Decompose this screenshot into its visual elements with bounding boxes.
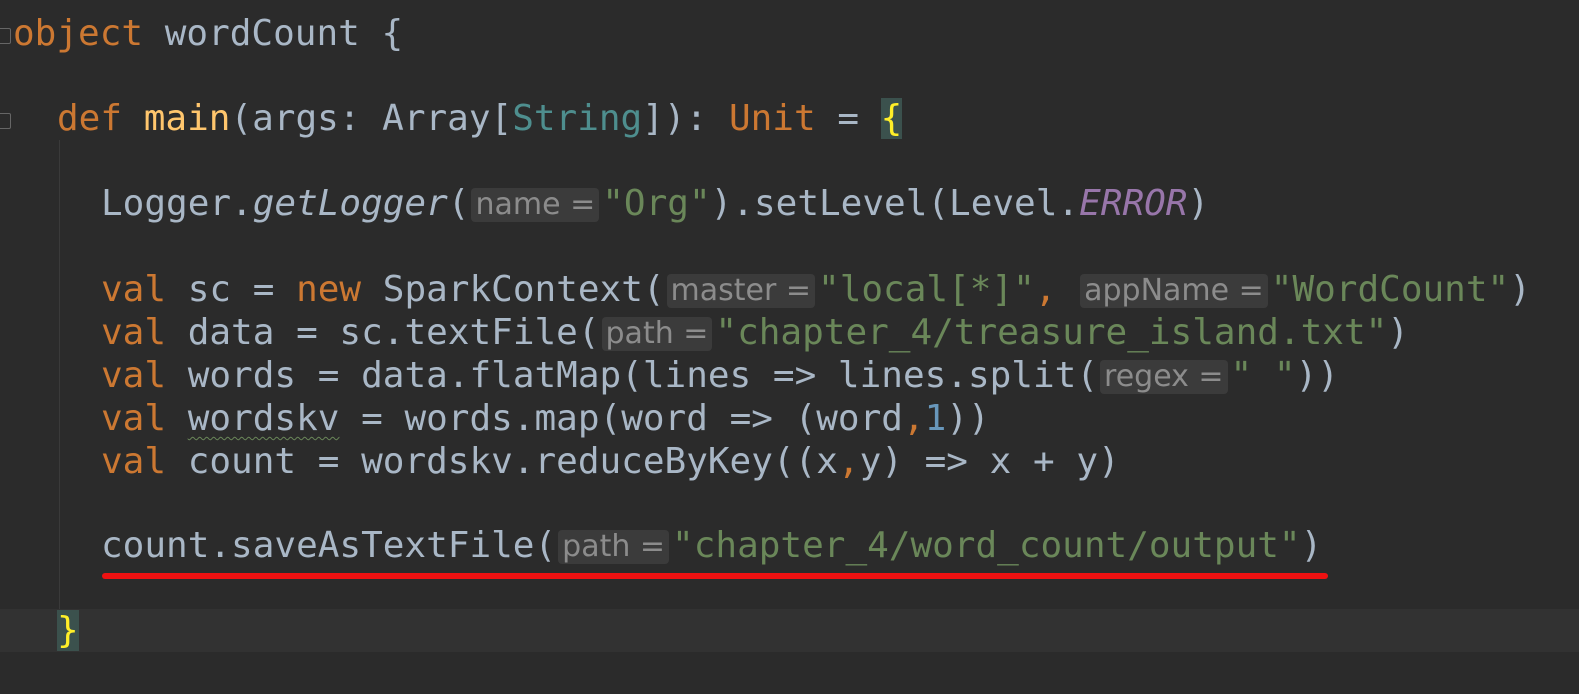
matched-brace-close: }	[57, 610, 79, 651]
keyword: val	[101, 312, 167, 353]
code-text: )	[1509, 269, 1531, 310]
parameter-hint: name =	[471, 188, 600, 222]
return-type: Unit	[728, 98, 816, 139]
code-line-logger[interactable]: Logger.getLogger(name = "Org").setLevel(L…	[0, 182, 1579, 225]
code-line-closing-brace[interactable]: }	[0, 609, 1579, 652]
function-name: main	[143, 98, 231, 139]
string-literal: "local[*]"	[818, 269, 1035, 310]
code-text: ))	[1295, 355, 1339, 396]
parameter-hint: master =	[666, 274, 816, 308]
string-literal: "chapter_4/treasure_island.txt"	[715, 312, 1388, 353]
red-annotation-underline	[102, 573, 1328, 579]
code-text: count.saveAsTextFile(	[101, 525, 557, 566]
static-field: ERROR	[1079, 183, 1188, 224]
code-line-wordskv[interactable]: val wordskv = words.map(word => (word,1)…	[0, 397, 1579, 440]
parameter-hint: regex =	[1100, 360, 1228, 394]
keyword: val	[101, 441, 167, 482]
code-editor[interactable]: object wordCount { def main(args: Array[…	[0, 0, 1579, 694]
code-text: words = data.flatMap(lines => lines.spli…	[166, 355, 1099, 396]
code-text: Logger.	[101, 183, 253, 224]
code-line-data[interactable]: val data = sc.textFile(path = "chapter_4/…	[0, 311, 1579, 354]
code-text: = words.map(word => (word	[339, 398, 903, 439]
code-line-count[interactable]: val count = wordskv.reduceByKey((x,y) =>…	[0, 440, 1579, 483]
parameter-hint: path =	[601, 317, 713, 351]
code-text: )	[1187, 183, 1210, 224]
code-text: ).setLevel(Level.	[710, 183, 1080, 224]
object-name: wordCount {	[143, 13, 404, 54]
keyword: def	[57, 98, 123, 139]
code-text: (	[447, 183, 470, 224]
string-literal: "WordCount"	[1270, 269, 1510, 310]
code-text: ))	[946, 398, 990, 439]
parameter-hint: appName =	[1080, 274, 1268, 308]
code-text: y) => x + y)	[859, 441, 1120, 482]
keyword: val	[101, 355, 167, 396]
code-text: ]):	[642, 98, 729, 139]
keyword: new	[296, 269, 362, 310]
code-text: data = sc.textFile(	[166, 312, 600, 353]
warning-variable[interactable]: wordskv	[188, 398, 340, 439]
string-literal: " "	[1230, 355, 1296, 396]
parameter-hint: path =	[558, 530, 670, 564]
code-text: SparkContext(	[361, 269, 665, 310]
comma: ,	[1034, 269, 1079, 310]
keyword: val	[101, 398, 167, 439]
number-literal: 1	[924, 398, 947, 439]
matched-brace-open: {	[880, 98, 903, 139]
keyword: object	[13, 13, 144, 54]
comma: ,	[902, 398, 925, 439]
code-text: count = wordskv.reduceByKey((x	[166, 441, 838, 482]
keyword: val	[101, 269, 167, 310]
code-line-object[interactable]: object wordCount {	[0, 12, 1579, 55]
code-text: sc =	[166, 269, 297, 310]
code-line-words[interactable]: val words = data.flatMap(lines => lines.…	[0, 354, 1579, 397]
type-name: String	[512, 98, 643, 139]
string-literal: "Org"	[602, 183, 711, 224]
code-text: (args: Array[	[230, 98, 513, 139]
code-text: )	[1300, 525, 1323, 566]
code-text: =	[815, 98, 881, 139]
code-line-sc[interactable]: val sc = new SparkContext(master = "local…	[0, 268, 1579, 311]
comma: ,	[837, 441, 860, 482]
string-literal: "chapter_4/word_count/output"	[672, 525, 1301, 566]
code-line-save[interactable]: count.saveAsTextFile(path = "chapter_4/wo…	[0, 524, 1579, 567]
code-line-def[interactable]: def main(args: Array[String]): Unit = {	[0, 97, 1579, 140]
code-text: )	[1387, 312, 1409, 353]
method-name: getLogger	[252, 183, 448, 224]
